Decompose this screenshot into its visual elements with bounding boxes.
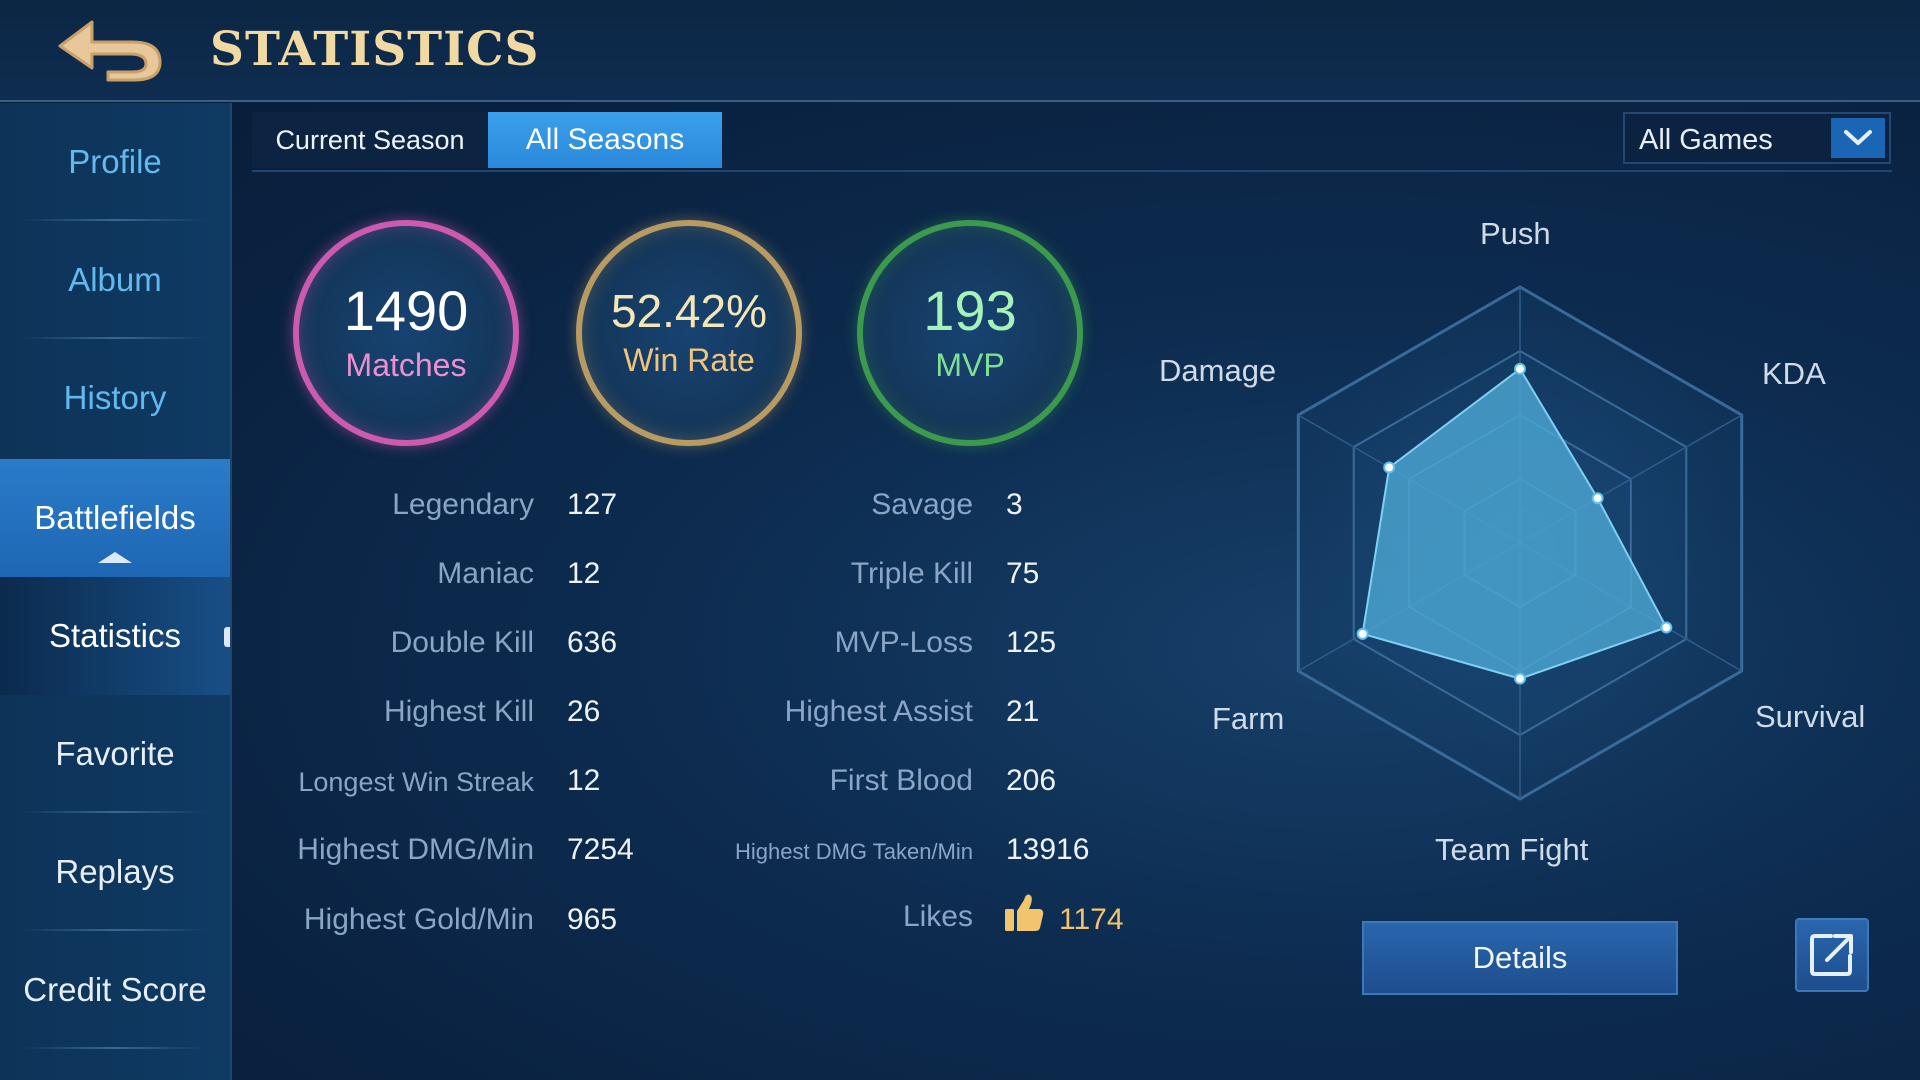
mvp-badge: 193 MVP [857,220,1083,446]
season-tabs: Current Season All Seasons [252,112,722,168]
sidebar-item-replays[interactable]: Replays [0,813,230,931]
stat-label-double-kill: Double Kill [390,626,534,659]
collapse-caret-icon [98,552,132,563]
sidebar-item-label: History [63,379,167,416]
radar-point-kda [1591,492,1604,505]
radar-point-team-fight [1514,672,1526,685]
active-marker [224,627,230,647]
share-button[interactable] [1795,918,1869,992]
radar-point-push [1514,362,1526,375]
sidebar-item-label: Favorite [55,735,175,772]
stat-value-likes: 1174 [1059,903,1124,936]
stat-value-triple-kill: 75 [1006,557,1040,590]
stat-value-highest-dmg-taken-min: 13916 [1006,833,1090,866]
stat-value-highest-dmg-min: 7254 [567,833,634,866]
stat-value-mvp-loss: 125 [1006,626,1057,659]
radar-axis-label-farm: Farm [1212,701,1285,736]
divider [22,1047,208,1049]
sidebar-item-label: Battlefields [34,499,196,536]
divider [252,170,1892,172]
dropdown-value: All Games [1639,124,1773,156]
stat-value-double-kill: 636 [567,626,618,659]
sidebar-item-label: Album [68,261,162,298]
sidebar-item-album[interactable]: Album [0,221,230,339]
stat-label-savage: Savage [871,488,973,521]
sidebar-item-favorite[interactable]: Favorite [0,695,230,813]
tab-current-season[interactable]: Current Season [252,112,488,168]
stat-label-maniac: Maniac [437,557,534,590]
matches-label: Matches [345,346,467,383]
win-rate-label: Win Rate [623,341,755,378]
sidebar-item-label: Credit Score [23,971,207,1008]
stat-value-highest-gold-min: 965 [567,903,618,936]
radar-chart [1296,285,1744,801]
stat-label-triple-kill: Triple Kill [850,557,973,590]
stat-value-highest-assist: 21 [1006,695,1040,728]
stat-value-highest-kill: 26 [567,695,601,728]
win-rate-value: 52.42% [610,284,767,337]
radar-axis-label-push: Push [1480,216,1551,251]
share-external-icon [1810,934,1853,976]
thumbs-up-icon [1002,890,1046,934]
mvp-value: 193 [923,278,1017,342]
stat-label-highest-dmg-taken-min: Highest DMG Taken/Min [734,839,973,864]
radar-axis-label-damage: Damage [1159,353,1277,388]
stat-label-mvp-loss: MVP-Loss [834,626,973,659]
page-title: STATISTICS [210,22,540,77]
radar-point-survival [1660,621,1673,634]
sidebar-item-statistics[interactable]: Statistics [0,577,230,695]
tab-all-seasons[interactable]: All Seasons [488,112,722,168]
stat-label-likes: Likes [902,900,973,933]
stat-label-first-blood: First Blood [829,764,973,797]
stat-value-longest-win-streak: 12 [567,764,601,797]
radar-axis-label-survival: Survival [1755,699,1866,734]
sidebar: Profile Album History Battlefields Stati… [0,103,232,1080]
stat-label-highest-gold-min: Highest Gold/Min [303,903,534,936]
sidebar-item-label: Profile [68,143,162,180]
sidebar-item-history[interactable]: History [0,339,230,457]
stat-value-legendary: 127 [567,488,618,521]
sidebar-item-credit-score[interactable]: Credit Score [0,931,230,1049]
game-mode-dropdown[interactable]: All Games [1623,112,1891,164]
matches-value: 1490 [343,278,469,342]
stat-value-maniac: 12 [567,557,601,590]
matches-badge: 1490 Matches [293,220,519,446]
radar-point-farm [1356,627,1369,640]
top-bar: STATISTICS [0,0,1920,102]
stat-label-highest-dmg-min: Highest DMG/Min [297,833,534,866]
sidebar-item-label: Replays [55,853,175,890]
stat-label-highest-assist: Highest Assist [784,695,973,728]
stat-label-longest-win-streak: Longest Win Streak [298,767,534,797]
chevron-down-icon [1844,130,1872,145]
radar-axis-label-team-fight: Team Fight [1435,832,1589,867]
stat-label-highest-kill: Highest Kill [383,695,534,728]
sidebar-item-battlefields[interactable]: Battlefields [0,459,230,577]
details-button[interactable]: Details [1362,921,1678,995]
stat-value-savage: 3 [1006,488,1023,521]
radar-point-damage [1383,461,1396,474]
stat-label-legendary: Legendary [392,488,534,521]
win-rate-badge: 52.42% Win Rate [576,220,802,446]
back-arrow-icon [58,20,162,82]
dropdown-button[interactable] [1831,118,1885,158]
sidebar-item-profile[interactable]: Profile [0,103,230,221]
sidebar-item-label: Statistics [48,617,182,654]
stat-value-first-blood: 206 [1006,764,1057,797]
back-button[interactable] [50,14,168,84]
radar-axis-label-kda: KDA [1762,356,1826,391]
mvp-label: MVP [935,346,1005,383]
